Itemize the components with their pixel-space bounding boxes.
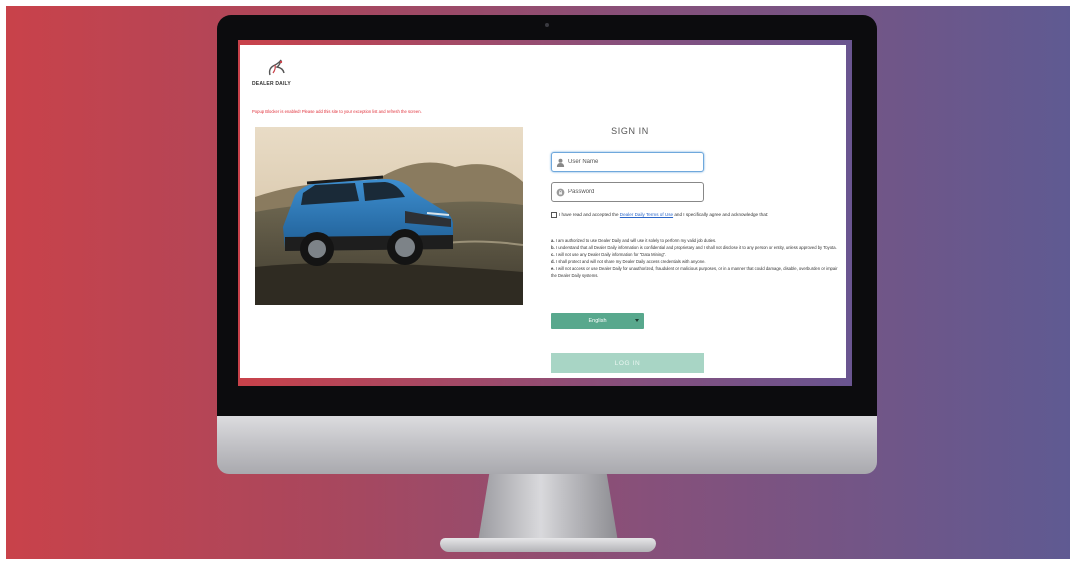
brand-name: DEALER DAILY [252,81,291,87]
sign-in-title: SIGN IN [611,126,649,136]
username-input[interactable] [568,159,698,165]
terms-clause: c. I will not use any Dealer Daily infor… [551,252,667,257]
terms-clauses: a. I am authorized to use Dealer Daily a… [551,237,843,279]
language-selected-value: English [588,318,607,324]
terms-clause: e. I will not access or use Dealer Daily… [551,266,838,278]
terms-acceptance: I have read and accepted the Dealer Dail… [551,211,843,219]
dealer-daily-logo: DEALER DAILY [252,59,302,91]
password-input[interactable] [568,189,698,195]
monitor-chin [217,416,877,474]
hero-image [255,127,523,305]
dealer-daily-logo-icon [268,59,285,76]
camera-dot [545,23,549,27]
terms-suffix: and I specifically agree and acknowledge… [673,212,769,217]
terms-checkbox[interactable] [551,211,557,218]
user-icon [556,158,565,167]
suv-photo [255,127,523,305]
monitor-stand-base [440,538,656,552]
terms-clause: d. I shall protect and will not share my… [551,259,706,264]
login-page: DEALER DAILY Popup Blocker is enabled! P… [240,45,846,378]
monitor-stand [478,474,618,542]
lock-icon [556,188,565,196]
chevron-down-icon [635,319,639,322]
terms-clause: a. I am authorized to use Dealer Daily a… [551,238,717,243]
monitor-screen: DEALER DAILY Popup Blocker is enabled! P… [238,40,852,386]
language-select[interactable]: English [551,313,644,329]
username-field[interactable] [551,152,704,172]
popup-blocker-warning: Popup Blocker is enabled! Please add thi… [252,109,422,114]
terms-prefix: I have read and accepted the [559,212,620,217]
terms-clause: b. I understand that all Dealer Daily in… [551,245,837,250]
password-field[interactable] [551,182,704,202]
login-button[interactable]: LOG IN [551,353,704,373]
terms-of-use-link[interactable]: Dealer Daily Terms of Use [620,212,673,217]
